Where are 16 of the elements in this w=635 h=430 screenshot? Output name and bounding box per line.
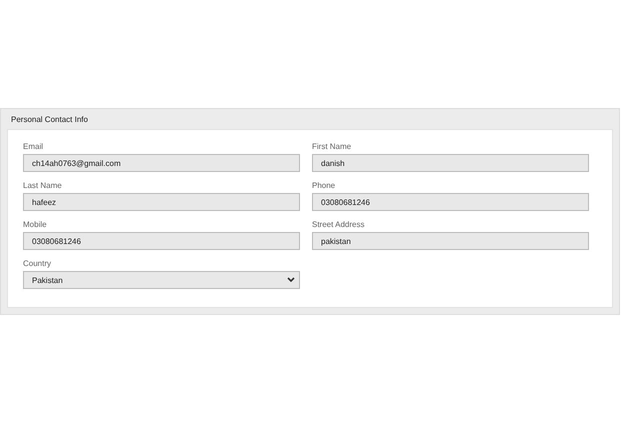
- chevron-icon: [287, 277, 295, 283]
- input-field[interactable]: 03080681246: [312, 193, 589, 211]
- input-field[interactable]: ch14ah0763@gmail.com: [23, 154, 300, 172]
- input-field[interactable]: pakistan: [312, 232, 589, 250]
- panel-title: Personal Contact Info: [11, 114, 88, 124]
- field-label: Last Name: [23, 181, 63, 190]
- input-field[interactable]: danish: [312, 154, 589, 172]
- input-field[interactable]: hafeez: [23, 193, 300, 211]
- field-label: Country: [23, 259, 52, 268]
- field-label: Email: [23, 142, 44, 151]
- field-label: Mobile: [23, 220, 48, 229]
- field-label: Street Address: [312, 220, 366, 229]
- field-label: Phone: [312, 181, 336, 190]
- input-field[interactable]: 03080681246: [23, 232, 300, 250]
- field-label: First Name: [312, 142, 352, 151]
- country-select[interactable]: Pakistan: [23, 271, 300, 289]
